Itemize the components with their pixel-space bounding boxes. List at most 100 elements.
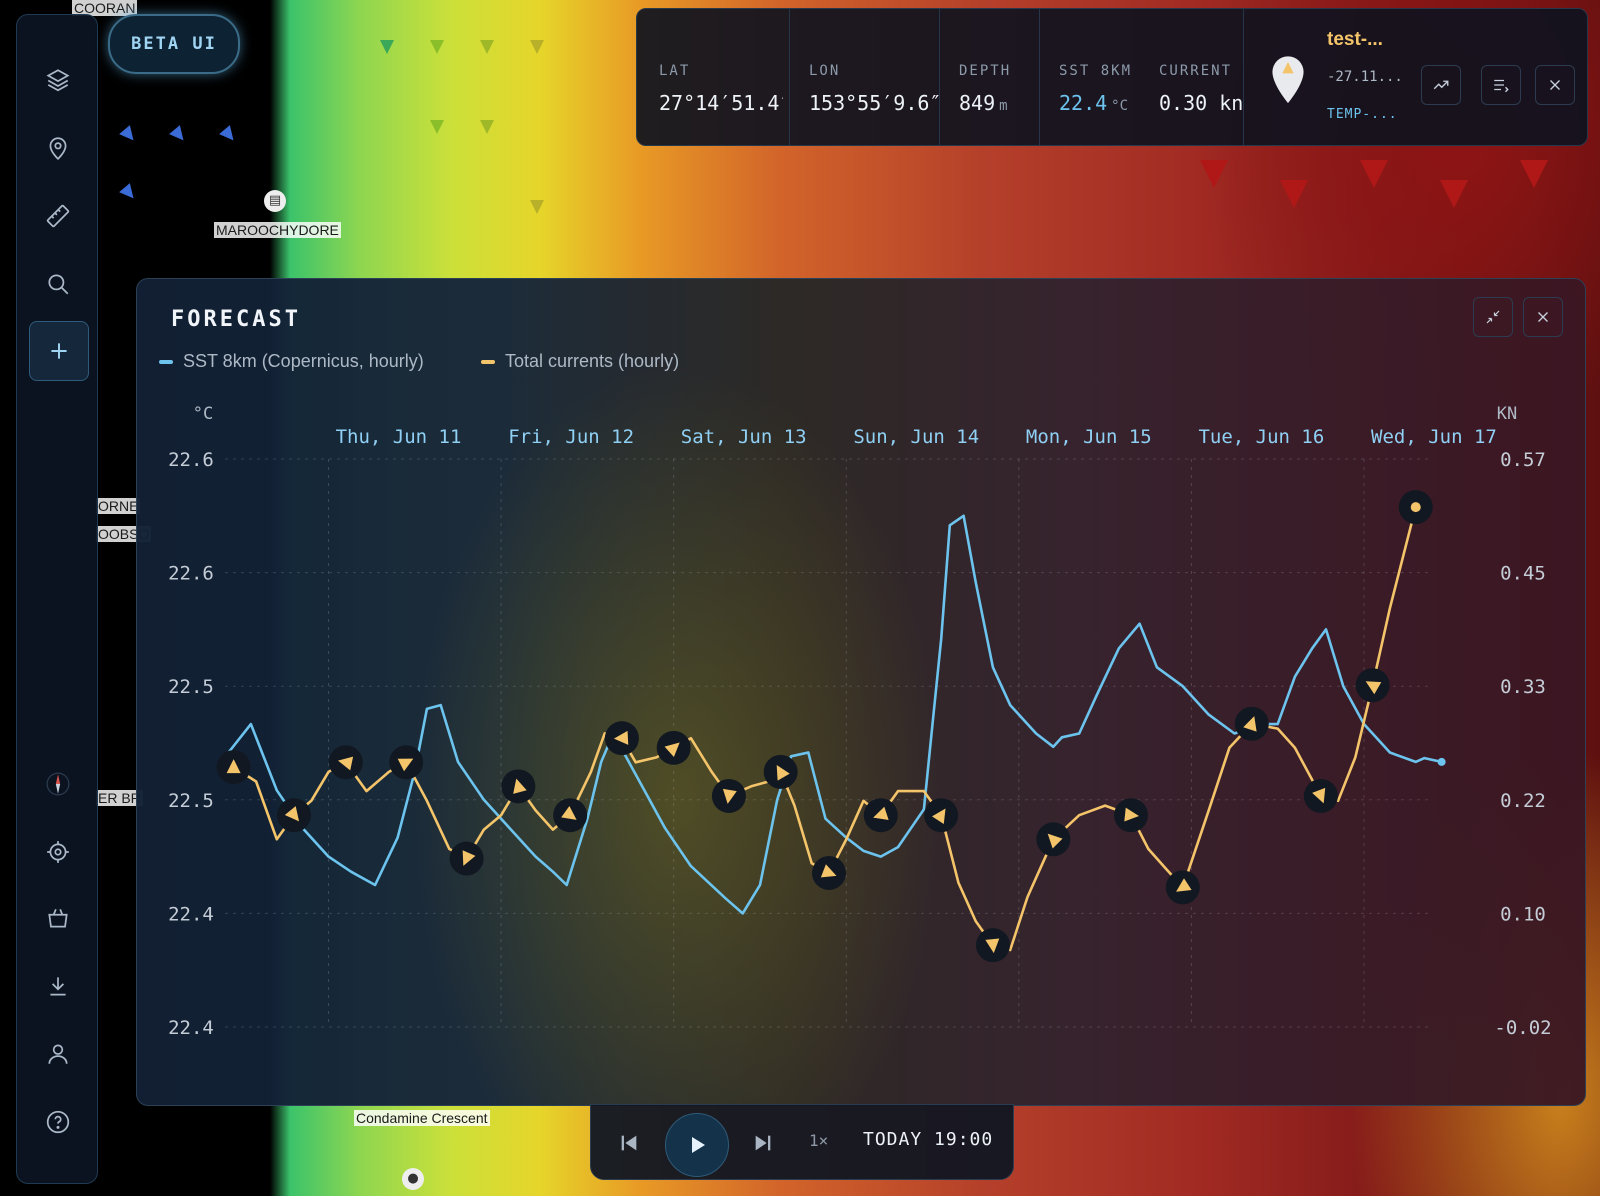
right-tick-label: 0.22: [1500, 790, 1546, 812]
lon-value: 153°55′9.6″ E: [809, 91, 943, 115]
day-label: Sat, Jun 13: [681, 426, 807, 448]
divider: [1039, 9, 1040, 145]
forecast-chart[interactable]: °C KN 22.6 0.57 22.6 0.45 22.5 0.33 22.5 0.22 22.4…: [137, 279, 1585, 1105]
lat-value: 27°14′51.4″ S: [659, 91, 783, 115]
divider: [1243, 9, 1244, 145]
current-arrow-icon: [1200, 160, 1228, 188]
lon-cell: LON 153°55′9.6″ E: [809, 9, 943, 145]
search-icon: [48, 274, 69, 295]
left-tick-label: 22.5: [168, 790, 214, 812]
place-pin-icon: [1271, 53, 1305, 105]
sst-value: 22.4 °C: [1059, 91, 1128, 115]
places-button[interactable]: [29, 119, 87, 177]
details-button[interactable]: [1481, 65, 1521, 105]
day-label: Wed, Jun 17: [1371, 426, 1497, 448]
divider: [939, 9, 940, 145]
left-tick-label: 22.5: [168, 676, 214, 698]
layers-icon: [46, 69, 70, 92]
playback-speed[interactable]: 1×: [809, 1131, 828, 1150]
current-arrow-icon: [380, 40, 394, 54]
timeline-player: 1× TODAY 19:00: [590, 1104, 1014, 1180]
depth-value: 849 m: [959, 91, 1008, 115]
download-button[interactable]: [29, 957, 87, 1015]
layers-button[interactable]: [29, 51, 87, 109]
lat-cell: LAT 27°14′51.4″ S: [659, 9, 783, 145]
right-tick-label: 0.33: [1500, 676, 1546, 698]
lon-label: LON: [809, 63, 841, 79]
map-poi-marker[interactable]: ▤: [264, 190, 286, 212]
right-tick-label: 0.45: [1500, 563, 1546, 585]
play-button[interactable]: [665, 1113, 729, 1177]
sst-label: SST 8KM: [1059, 63, 1133, 79]
locate-me-button[interactable]: [29, 823, 87, 881]
right-tick-label: 0.57: [1500, 449, 1546, 471]
day-label: Tue, Jun 16: [1198, 426, 1324, 448]
trend-up-icon: [1433, 80, 1449, 90]
account-button[interactable]: [29, 1025, 87, 1083]
current-arrow-icon: [1360, 160, 1388, 188]
sst-cell: SST 8KM 22.4 °C: [1059, 9, 1155, 145]
left-tick-label: 22.6: [168, 449, 214, 471]
help-button[interactable]: [29, 1093, 87, 1151]
location-pin-icon: [49, 137, 67, 161]
current-time: TODAY 19:00: [863, 1129, 994, 1150]
skip-back-button[interactable]: [613, 1127, 645, 1159]
compass-icon: [46, 772, 70, 796]
left-tick-label: 22.4: [168, 903, 214, 925]
shopping-bag-icon: [48, 909, 68, 928]
current-arrow-icon: [119, 183, 139, 203]
day-label: Thu, Jun 11: [336, 426, 462, 448]
current-arrow-icon: [480, 120, 494, 134]
measure-button[interactable]: [29, 187, 87, 245]
current-arrow-icon: [119, 125, 139, 145]
left-tick-label: 22.4: [168, 1017, 214, 1039]
day-label: Fri, Jun 12: [508, 426, 634, 448]
current-arrow-icon: [1520, 160, 1548, 188]
place-title[interactable]: test-...: [1327, 29, 1383, 51]
map-label-street: Condamine Crescent: [354, 1110, 490, 1126]
depth-label: DEPTH: [959, 63, 1012, 79]
shop-button[interactable]: [29, 889, 87, 947]
day-label: Mon, Jun 15: [1026, 426, 1152, 448]
place-subtitle: TEMP-...: [1327, 107, 1398, 122]
close-icon: [1550, 80, 1560, 90]
close-info-button[interactable]: [1535, 65, 1575, 105]
left-toolbar: [16, 14, 98, 1184]
place-coordinate: -27.11...: [1327, 69, 1403, 85]
current-arrow-icon: [480, 40, 494, 54]
depth-cell: DEPTH 849 m: [959, 9, 1045, 145]
depth-unit: m: [999, 98, 1008, 114]
compass-button[interactable]: [29, 755, 87, 813]
map-poi-marker[interactable]: ●: [402, 1168, 424, 1190]
ruler-icon: [46, 204, 70, 228]
current-value: 0.30 kn: [1159, 91, 1244, 115]
right-tick-label: -0.02: [1494, 1017, 1551, 1039]
right-tick-label: 0.10: [1500, 903, 1546, 925]
download-icon: [50, 977, 66, 996]
sst-end-point: [1437, 757, 1446, 766]
day-label: Sun, Jun 14: [853, 426, 979, 448]
help-icon: [46, 1110, 70, 1134]
map-label-town: ORNE: [96, 498, 141, 514]
beta-ui-button[interactable]: BETA UI: [108, 14, 240, 74]
current-end-point: [1410, 502, 1421, 513]
sst-number: 22.4: [1059, 91, 1108, 115]
map-label-town: MAROOCHYDORE: [214, 222, 341, 238]
crosshair-icon: [47, 841, 69, 863]
skip-forward-icon: [755, 1135, 771, 1151]
left-tick-label: 22.6: [168, 563, 214, 585]
location-info-panel: LAT 27°14′51.4″ S LON 153°55′9.6″ E DEPT…: [636, 8, 1588, 146]
current-arrow-icon: [530, 200, 544, 214]
search-button[interactable]: [29, 255, 87, 313]
current-arrow-icon: [219, 125, 239, 145]
current-arrow-icon: [430, 40, 444, 54]
lat-label: LAT: [659, 63, 691, 79]
chart-toggle-button[interactable]: [1421, 65, 1461, 105]
add-button[interactable]: [29, 321, 89, 381]
current-cell: CURRENT 0.30 kn: [1159, 9, 1259, 145]
list-icon: [1494, 79, 1509, 93]
depth-number: 849: [959, 91, 996, 115]
skip-forward-button[interactable]: [747, 1127, 779, 1159]
current-arrow-icon: [1280, 180, 1308, 208]
user-icon: [48, 1044, 68, 1064]
